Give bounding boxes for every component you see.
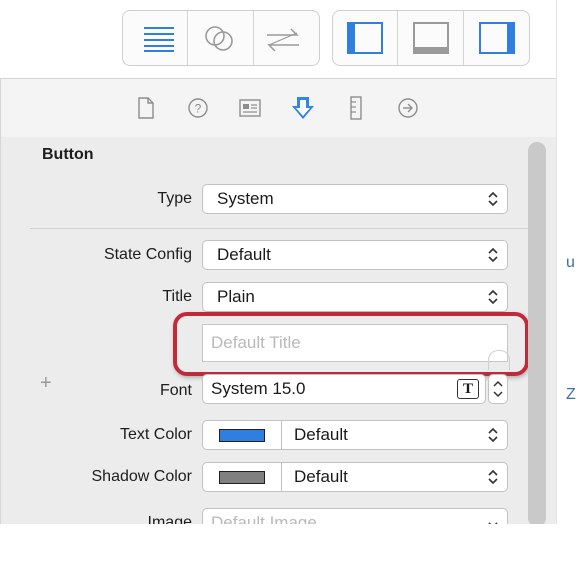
shadow-color-label: Shadow Color bbox=[91, 468, 193, 485]
editor-segmented-control bbox=[122, 10, 320, 66]
assistant-editor-icon[interactable] bbox=[199, 19, 239, 57]
split-divider bbox=[556, 0, 557, 564]
shadow-color-popup[interactable]: Default bbox=[202, 462, 508, 492]
divider bbox=[463, 11, 464, 65]
left-panel-icon[interactable] bbox=[345, 19, 385, 57]
title-value: Plain bbox=[217, 287, 255, 306]
connections-inspector-icon[interactable] bbox=[393, 93, 423, 123]
chevron-updown-icon bbox=[488, 289, 498, 305]
standard-editor-icon[interactable] bbox=[139, 19, 179, 57]
chevron-updown-icon bbox=[488, 247, 498, 263]
type-label: Type bbox=[157, 190, 192, 207]
title-popup[interactable]: Plain bbox=[202, 282, 508, 312]
state-config-popup[interactable]: Default bbox=[202, 240, 508, 270]
text-color-label: Text Color bbox=[119, 426, 192, 443]
text-color-well[interactable] bbox=[203, 421, 282, 449]
text-color-swatch bbox=[219, 428, 265, 442]
type-popup[interactable]: System bbox=[202, 184, 508, 214]
chevron-updown-icon bbox=[488, 191, 498, 207]
font-size-stepper[interactable] bbox=[488, 374, 508, 404]
version-editor-icon[interactable] bbox=[263, 19, 303, 57]
stepper-ring-top bbox=[488, 350, 510, 370]
chevron-updown-icon bbox=[488, 427, 498, 443]
quick-help-icon[interactable]: ? bbox=[183, 93, 213, 123]
identity-inspector-icon[interactable] bbox=[235, 93, 265, 123]
shadow-color-swatch bbox=[219, 470, 265, 484]
chevron-updown-icon bbox=[488, 469, 498, 485]
file-inspector-icon[interactable] bbox=[131, 93, 161, 123]
shadow-color-well[interactable] bbox=[203, 463, 282, 491]
font-field[interactable]: System 15.0 T bbox=[202, 374, 486, 404]
svg-text:?: ? bbox=[195, 102, 202, 116]
vertical-scrollbar[interactable] bbox=[528, 142, 546, 527]
text-color-value: Default bbox=[294, 425, 348, 444]
right-panel-icon[interactable] bbox=[477, 19, 517, 57]
font-label: Font bbox=[159, 382, 192, 399]
section-title: Button bbox=[42, 146, 94, 163]
divider bbox=[397, 11, 398, 65]
shadow-color-value: Default bbox=[294, 467, 348, 486]
attributes-inspector-icon[interactable] bbox=[288, 93, 318, 123]
divider bbox=[187, 11, 188, 65]
text-color-popup[interactable]: Default bbox=[202, 420, 508, 450]
bottom-panel-icon[interactable] bbox=[411, 19, 451, 57]
edge-glyph-bottom: Z bbox=[566, 386, 576, 403]
state-config-label: State Config bbox=[103, 246, 192, 263]
divider bbox=[30, 228, 530, 229]
highlight-callout bbox=[173, 312, 529, 376]
stepper-icon bbox=[493, 380, 503, 398]
font-picker-icon[interactable]: T bbox=[457, 379, 479, 399]
edge-glyph-top: u bbox=[566, 254, 575, 271]
panel-border bbox=[0, 78, 1, 564]
type-value: System bbox=[217, 189, 274, 208]
size-inspector-icon[interactable] bbox=[341, 93, 371, 123]
inspector-tab-bar: ? bbox=[1, 78, 556, 138]
title-label: Title bbox=[162, 288, 192, 305]
crop-edge bbox=[0, 524, 582, 564]
font-value: System 15.0 bbox=[211, 379, 306, 398]
divider bbox=[253, 11, 254, 65]
state-config-value: Default bbox=[217, 245, 271, 264]
panel-segmented-control bbox=[332, 10, 530, 66]
